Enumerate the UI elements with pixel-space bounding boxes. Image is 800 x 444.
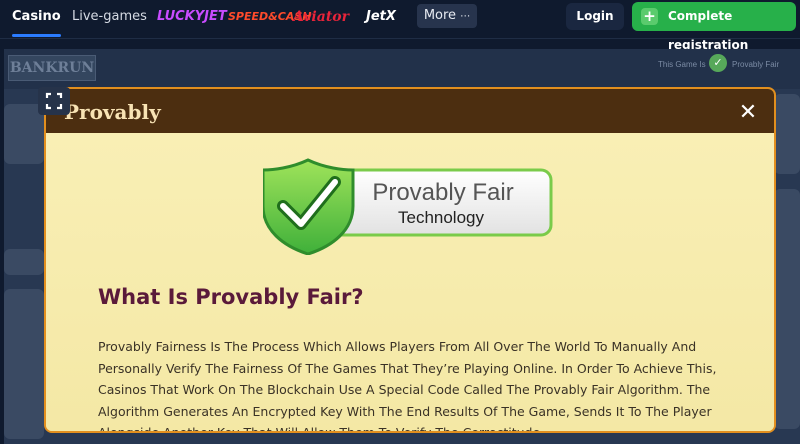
right-bet-panel [774, 189, 800, 429]
modal-body: Provably Fair Technology What Is Provabl… [46, 133, 774, 431]
provably-fair-status-value[interactable]: Provably Fair [732, 59, 779, 71]
description-paragraph: Provably Fairness Is The Process Which A… [98, 339, 717, 433]
jetx-logo[interactable]: JetX [366, 7, 396, 27]
aviator-logo[interactable]: Aviator [293, 7, 349, 27]
game-header: BANKRUN This Game Is ✓ Provably Fair [4, 49, 800, 89]
provably-fair-status-label: This Game Is [658, 60, 706, 69]
badge-line-2: Technology [398, 208, 485, 227]
left-bet-field [4, 249, 44, 275]
complete-registration-button[interactable]: + Complete registration [632, 2, 796, 52]
ellipsis-icon: ⋯ [460, 11, 471, 22]
check-shield-icon[interactable]: ✓ [709, 54, 727, 72]
provably-fair-modal: Provably ✕ Provably Fair Technology What… [44, 87, 776, 433]
more-label: More [423, 8, 457, 23]
modal-title: Provably [64, 100, 161, 124]
top-navigation: Casino Live-games LUCKYJET SPEED&CASH Av… [0, 0, 800, 52]
expand-icon [45, 92, 63, 110]
tab-live-games[interactable]: Live-games [72, 0, 147, 38]
bankrun-logo: BANKRUN [8, 55, 96, 81]
close-icon[interactable]: ✕ [737, 101, 759, 123]
more-button[interactable]: More ⋯ [417, 4, 477, 28]
tab-casino[interactable]: Casino [12, 0, 61, 38]
plus-icon: + [641, 8, 658, 25]
left-bet-panel [4, 289, 44, 439]
modal-header: Provably ✕ [46, 89, 774, 133]
badge-line-1: Provably Fair [372, 179, 513, 206]
provably-fair-badge: Provably Fair Technology [263, 158, 553, 255]
section-heading: What Is Provably Fair? [98, 285, 364, 309]
luckyjet-logo[interactable]: LUCKYJET [157, 7, 227, 27]
login-button[interactable]: Login [566, 3, 624, 30]
fullscreen-button[interactable] [38, 87, 70, 115]
right-panel [774, 94, 800, 174]
